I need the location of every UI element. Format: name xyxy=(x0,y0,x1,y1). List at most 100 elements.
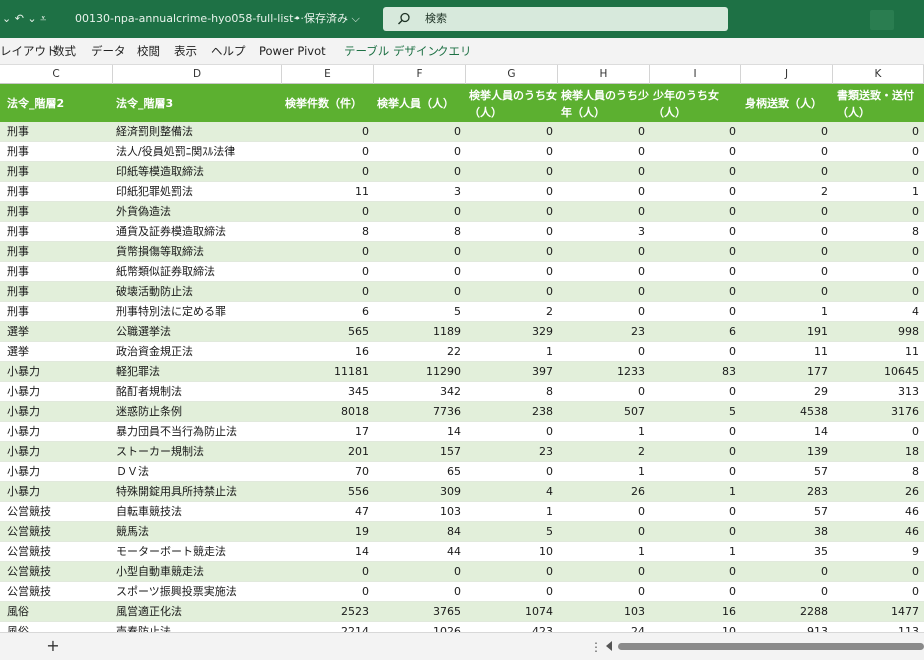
cell-juvenile-female[interactable]: 5 xyxy=(650,402,736,422)
cell-juvenile-female[interactable]: 0 xyxy=(650,122,736,142)
cell-cleared-cases[interactable]: 11181 xyxy=(282,362,369,382)
cell-custody-referral[interactable]: 177 xyxy=(741,362,828,382)
cell-cleared-cases[interactable]: 8018 xyxy=(282,402,369,422)
cell-custody-referral[interactable]: 2 xyxy=(741,182,828,202)
cell-document-referral[interactable]: 46 xyxy=(833,502,919,522)
header-arrested-juvenile[interactable]: 検挙人員のうち少年（人） xyxy=(561,84,649,122)
cell-arrested-persons[interactable]: 0 xyxy=(374,562,461,582)
cell-custody-referral[interactable]: 0 xyxy=(741,282,828,302)
cell-arrested-juvenile[interactable]: 1 xyxy=(558,462,645,482)
cell-arrested-persons[interactable]: 84 xyxy=(374,522,461,542)
cell-juvenile-female[interactable]: 10 xyxy=(650,622,736,632)
cell-arrested-female[interactable]: 8 xyxy=(466,382,553,402)
cell-juvenile-female[interactable]: 0 xyxy=(650,282,736,302)
cell-law-level3[interactable]: 軽犯罪法 xyxy=(116,362,280,382)
cell-custody-referral[interactable]: 4538 xyxy=(741,402,828,422)
cell-juvenile-female[interactable]: 0 xyxy=(650,342,736,362)
cell-document-referral[interactable]: 0 xyxy=(833,122,919,142)
cell-arrested-juvenile[interactable]: 1233 xyxy=(558,362,645,382)
cell-juvenile-female[interactable]: 0 xyxy=(650,142,736,162)
tab-power-pivot[interactable]: Power Pivot xyxy=(259,38,326,65)
cell-custody-referral[interactable]: 1 xyxy=(741,302,828,322)
cell-document-referral[interactable]: 113 xyxy=(833,622,919,632)
cell-arrested-female[interactable]: 1 xyxy=(466,342,553,362)
cell-custody-referral[interactable]: 0 xyxy=(741,562,828,582)
cell-juvenile-female[interactable]: 0 xyxy=(650,302,736,322)
header-arrested-persons[interactable]: 検挙人員（人） xyxy=(377,84,465,122)
cell-juvenile-female[interactable]: 0 xyxy=(650,262,736,282)
cell-cleared-cases[interactable]: 0 xyxy=(282,262,369,282)
cell-arrested-persons[interactable]: 0 xyxy=(374,282,461,302)
cell-arrested-female[interactable]: 0 xyxy=(466,182,553,202)
cell-arrested-juvenile[interactable]: 0 xyxy=(558,122,645,142)
cell-cleared-cases[interactable]: 2214 xyxy=(282,622,369,632)
cell-law-level2[interactable]: 公営競技 xyxy=(7,562,111,582)
cell-arrested-persons[interactable]: 11290 xyxy=(374,362,461,382)
cell-custody-referral[interactable]: 0 xyxy=(741,262,828,282)
cell-law-level3[interactable]: 外貨偽造法 xyxy=(116,202,280,222)
cell-arrested-female[interactable]: 1 xyxy=(466,502,553,522)
tab-help[interactable]: ヘルプ xyxy=(211,38,246,65)
cell-arrested-juvenile[interactable]: 1 xyxy=(558,422,645,442)
cell-arrested-persons[interactable]: 0 xyxy=(374,162,461,182)
cell-cleared-cases[interactable]: 11 xyxy=(282,182,369,202)
column-header-g[interactable]: G xyxy=(466,65,558,84)
cell-custody-referral[interactable]: 0 xyxy=(741,122,828,142)
cell-law-level3[interactable]: 政治資金規正法 xyxy=(116,342,280,362)
column-header-d[interactable]: D xyxy=(113,65,282,84)
cell-law-level3[interactable]: 風営適正化法 xyxy=(116,602,280,622)
cell-arrested-persons[interactable]: 0 xyxy=(374,262,461,282)
cell-juvenile-female[interactable]: 0 xyxy=(650,162,736,182)
cell-juvenile-female[interactable]: 0 xyxy=(650,582,736,602)
cell-law-level2[interactable]: 刑事 xyxy=(7,262,111,282)
tab-table-design[interactable]: テーブル デザイン xyxy=(344,38,439,65)
cell-law-level3[interactable]: 公職選挙法 xyxy=(116,322,280,342)
cell-document-referral[interactable]: 1477 xyxy=(833,602,919,622)
cell-cleared-cases[interactable]: 556 xyxy=(282,482,369,502)
cell-law-level3[interactable]: 印紙等模造取締法 xyxy=(116,162,280,182)
cell-cleared-cases[interactable]: 8 xyxy=(282,222,369,242)
cell-document-referral[interactable]: 0 xyxy=(833,282,919,302)
cell-arrested-juvenile[interactable]: 0 xyxy=(558,382,645,402)
horizontal-scrollbar[interactable] xyxy=(618,643,924,650)
cell-arrested-female[interactable]: 0 xyxy=(466,142,553,162)
cell-cleared-cases[interactable]: 201 xyxy=(282,442,369,462)
cell-arrested-juvenile[interactable]: 0 xyxy=(558,242,645,262)
cell-law-level3[interactable]: 法人/役員処罰ﾆ関ｽﾙ法律 xyxy=(116,142,280,162)
cell-arrested-female[interactable]: 0 xyxy=(466,462,553,482)
cell-arrested-juvenile[interactable]: 0 xyxy=(558,522,645,542)
cell-arrested-female[interactable]: 4 xyxy=(466,482,553,502)
column-header-e[interactable]: E xyxy=(282,65,374,84)
cell-law-level2[interactable]: 公営競技 xyxy=(7,542,111,562)
cell-law-level2[interactable]: 選挙 xyxy=(7,322,111,342)
cell-juvenile-female[interactable]: 0 xyxy=(650,422,736,442)
cell-cleared-cases[interactable]: 565 xyxy=(282,322,369,342)
cell-law-level3[interactable]: 貨幣損傷等取締法 xyxy=(116,242,280,262)
cell-arrested-juvenile[interactable]: 0 xyxy=(558,202,645,222)
cell-document-referral[interactable]: 46 xyxy=(833,522,919,542)
cell-law-level3[interactable]: 破壊活動防止法 xyxy=(116,282,280,302)
cell-law-level2[interactable]: 刑事 xyxy=(7,122,111,142)
cell-custody-referral[interactable]: 0 xyxy=(741,162,828,182)
cell-arrested-juvenile[interactable]: 0 xyxy=(558,142,645,162)
cell-law-level2[interactable]: 小暴力 xyxy=(7,422,111,442)
cell-document-referral[interactable]: 26 xyxy=(833,482,919,502)
header-law-level3[interactable]: 法令_階層3 xyxy=(116,84,280,122)
header-law-level2[interactable]: 法令_階層2 xyxy=(7,84,111,122)
cell-law-level2[interactable]: 刑事 xyxy=(7,162,111,182)
cell-law-level2[interactable]: 公営競技 xyxy=(7,502,111,522)
cell-arrested-juvenile[interactable]: 0 xyxy=(558,342,645,362)
cell-arrested-female[interactable]: 397 xyxy=(466,362,553,382)
cell-law-level3[interactable]: 迷惑防止条例 xyxy=(116,402,280,422)
tab-review[interactable]: 校閲 xyxy=(137,38,160,65)
cell-arrested-juvenile[interactable]: 0 xyxy=(558,282,645,302)
cell-arrested-persons[interactable]: 0 xyxy=(374,582,461,602)
cell-arrested-juvenile[interactable]: 0 xyxy=(558,502,645,522)
cell-arrested-juvenile[interactable]: 103 xyxy=(558,602,645,622)
cell-law-level2[interactable]: 小暴力 xyxy=(7,382,111,402)
cell-document-referral[interactable]: 9 xyxy=(833,542,919,562)
cell-custody-referral[interactable]: 38 xyxy=(741,522,828,542)
cell-cleared-cases[interactable]: 0 xyxy=(282,142,369,162)
cell-law-level3[interactable]: モーターボート競走法 xyxy=(116,542,280,562)
cell-document-referral[interactable]: 0 xyxy=(833,262,919,282)
